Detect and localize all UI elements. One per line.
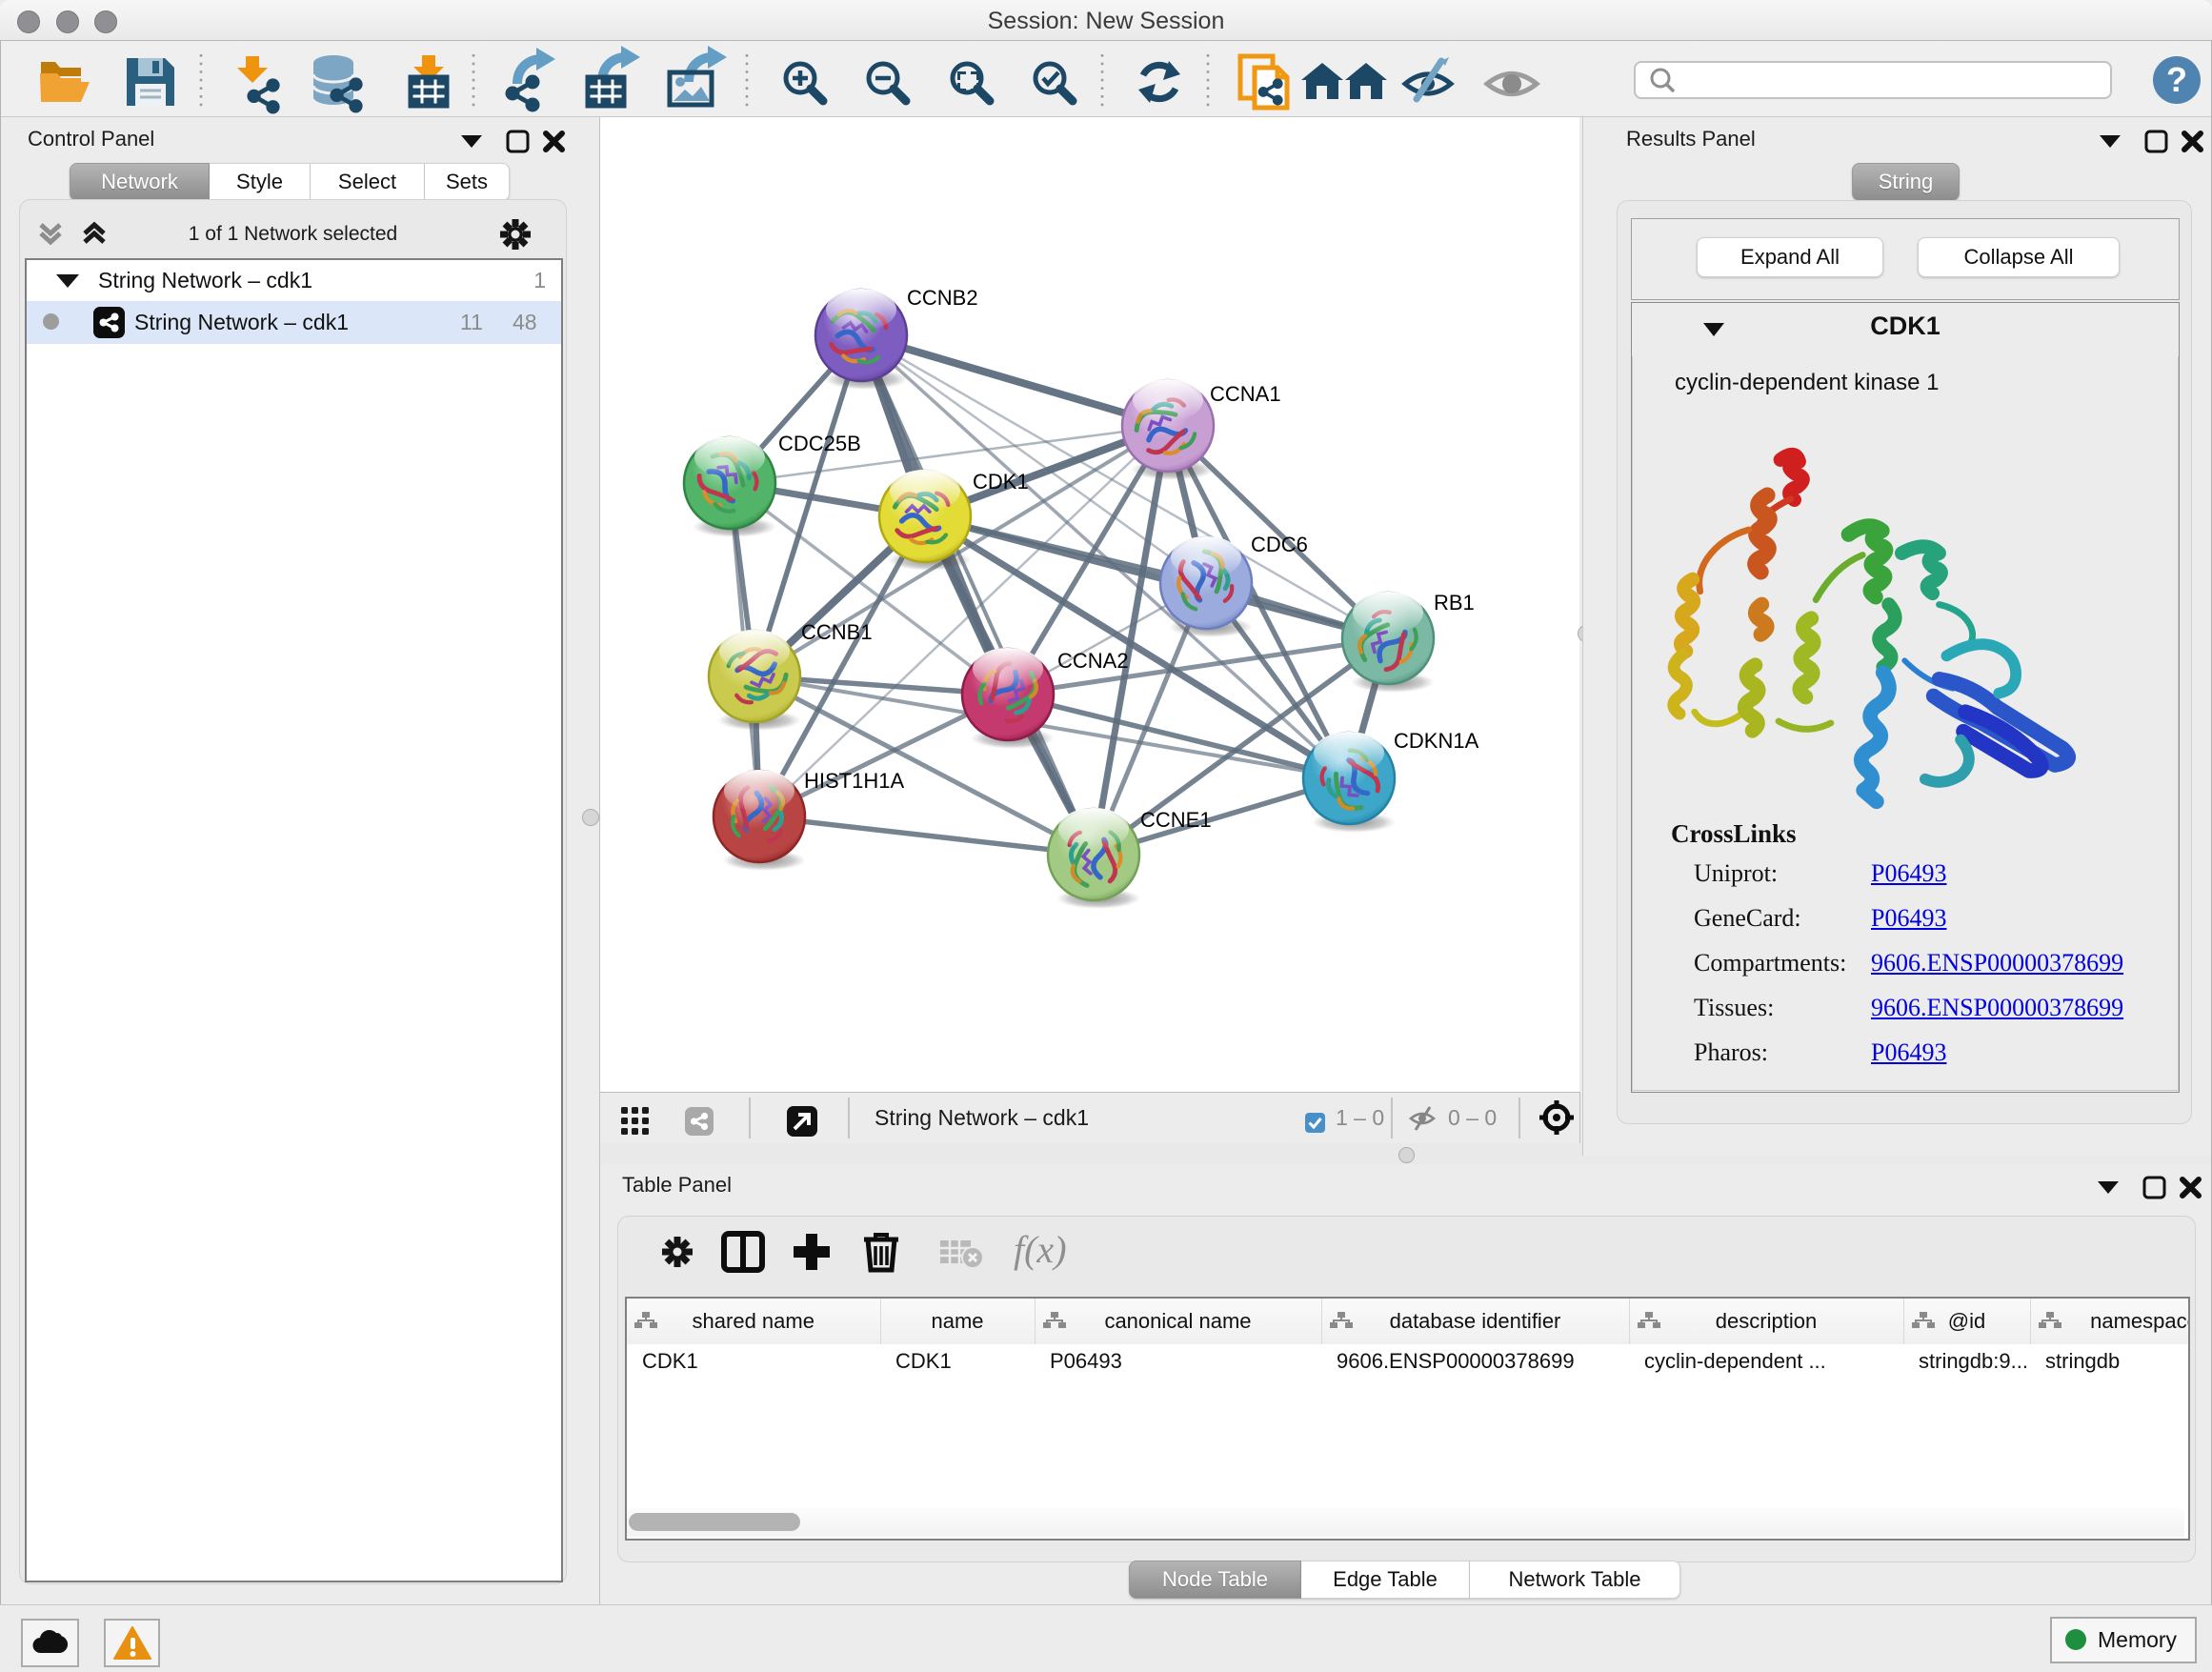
svg-text:f(x): f(x) <box>1014 1228 1067 1271</box>
svg-text:String Network – cdk1: String Network – cdk1 <box>875 1105 1089 1130</box>
svg-text:CCNB1: CCNB1 <box>801 620 873 644</box>
svg-text:RB1: RB1 <box>1434 591 1475 614</box>
svg-text:CCNA1: CCNA1 <box>1210 382 1281 406</box>
svg-text:HIST1H1A: HIST1H1A <box>804 769 904 793</box>
svg-text:CDKN1A: CDKN1A <box>1394 729 1479 753</box>
svg-text:CCNB2: CCNB2 <box>907 286 978 310</box>
svg-text:CCNE1: CCNE1 <box>1140 808 1212 832</box>
svg-text:0 – 0: 0 – 0 <box>1448 1105 1497 1130</box>
svg-text:CDC6: CDC6 <box>1251 533 1308 556</box>
svg-text:CDC25B: CDC25B <box>778 432 861 455</box>
svg-text:1 – 0: 1 – 0 <box>1336 1105 1384 1130</box>
svg-text:?: ? <box>2166 60 2187 99</box>
svg-text:CCNA2: CCNA2 <box>1057 649 1129 673</box>
svg-text:CDK1: CDK1 <box>973 470 1029 494</box>
